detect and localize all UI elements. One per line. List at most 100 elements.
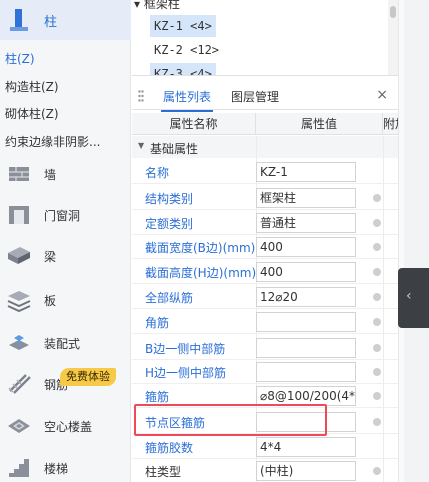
door-window-icon (9, 206, 29, 224)
property-label: 节点区箍筋 (145, 416, 206, 430)
group-label: 基础属性 (150, 142, 199, 156)
property-value-field[interactable]: (中柱) (256, 461, 356, 481)
property-value-field[interactable]: 12⌀20 (256, 287, 356, 307)
column-header-extra: 附加 (383, 113, 398, 135)
property-value-field[interactable] (256, 362, 356, 382)
nav-category-wall[interactable]: 墙 (0, 158, 131, 190)
property-value-field[interactable]: 普通柱 (256, 213, 356, 233)
property-label: 柱类型 (145, 465, 182, 479)
nav-category-label: 空心楼盖 (44, 420, 93, 434)
column-icon (10, 9, 28, 31)
extra-checkbox[interactable] (373, 467, 381, 475)
nav-category-door-window[interactable]: 门窗洞 (0, 199, 131, 231)
extra-checkbox[interactable] (373, 293, 381, 301)
property-value-field[interactable] (256, 338, 356, 358)
rebar-icon (8, 374, 31, 394)
property-value-field[interactable]: 400 (256, 237, 356, 257)
extra-checkbox[interactable] (373, 268, 381, 276)
nav-category-prefab[interactable]: 装配式 (0, 327, 131, 359)
row-divider (132, 258, 398, 259)
nav-category-label: 墙 (44, 168, 57, 182)
extra-checkbox[interactable] (373, 219, 381, 227)
property-row-corner-rebar: 角筋 (132, 310, 398, 334)
nav-category-slab[interactable]: 板 (0, 284, 131, 316)
nav-sub-item-column[interactable]: 柱(Z) (5, 50, 35, 67)
property-row-b-side-rebar: B边一侧中部筋 (132, 336, 398, 360)
nav-category-column[interactable]: 柱 (0, 0, 131, 40)
tree-root-frame-column[interactable]: ▾ 框架柱 (134, 0, 180, 12)
nav-sub-item-masonry-column[interactable]: 砌体柱(Z) (5, 105, 59, 122)
collapse-arrow-icon[interactable]: ▼ (138, 141, 144, 150)
property-label: 全部纵筋 (145, 291, 194, 305)
drag-grip-icon[interactable] (138, 90, 144, 102)
list-item-kz1[interactable]: KZ-1 <4> (150, 15, 216, 37)
nav-sub-item-edge-member[interactable]: 约束边缘非阴影... (5, 133, 100, 150)
property-value-field[interactable]: 400 (256, 262, 356, 282)
row-divider (132, 407, 398, 408)
property-value-field[interactable]: 4*4 (256, 437, 356, 457)
nav-category-label: 板 (44, 294, 57, 308)
wall-icon (9, 167, 29, 181)
nav-category-stairs[interactable]: 楼梯 (0, 452, 131, 482)
row-divider (132, 333, 398, 334)
close-icon[interactable]: × (376, 87, 388, 103)
extra-checkbox[interactable] (373, 368, 381, 376)
property-value-field[interactable] (256, 312, 356, 332)
row-divider (132, 183, 398, 184)
property-label: 定额类别 (145, 217, 194, 231)
list-scrollbar-thumb[interactable] (390, 6, 396, 18)
list-item-kz2[interactable]: KZ-2 <12> (150, 39, 223, 61)
property-grid: 属性名称 属性值 附加 ▼ 基础属性 名称 KZ-1 结构类别 框架柱 定额类别… (132, 113, 398, 482)
property-label: 名称 (145, 166, 170, 180)
nav-category-beam[interactable]: 梁 (0, 240, 131, 272)
collapse-panel-button[interactable]: ‹ (398, 268, 429, 328)
chevron-left-icon: ‹ (406, 288, 412, 304)
property-row-section-width: 截面宽度(B边)(mm) 400 (132, 235, 398, 259)
property-row-h-side-rebar: H边一侧中部筋 (132, 360, 398, 384)
extra-checkbox[interactable] (373, 344, 381, 352)
list-scrollbar[interactable] (388, 0, 398, 75)
property-value-field[interactable]: ⌀8@100/200(4*4 (256, 386, 356, 406)
nav-sub-item-constructional-column[interactable]: 构造柱(Z) (5, 78, 59, 95)
nav-category-label: 装配式 (44, 337, 81, 351)
slab-icon (7, 291, 31, 313)
row-divider (132, 209, 398, 210)
nav-category-hollow-floor[interactable]: 空心楼盖 (0, 410, 131, 442)
property-value-field[interactable]: KZ-1 (256, 162, 356, 182)
component-nav: 柱 柱(Z) 构造柱(Z) 砌体柱(Z) 约束边缘非阴影... 墙 门窗洞 梁 (0, 0, 131, 482)
component-list: ▾ 框架柱 KZ-1 <4> KZ-2 <12> KZ-3 <4> (132, 0, 398, 76)
panel-scrollbar[interactable] (398, 0, 404, 482)
extra-checkbox[interactable] (373, 392, 381, 400)
property-row-name: 名称 KZ-1 (132, 160, 398, 184)
extra-checkbox[interactable] (373, 243, 381, 251)
property-row-stirrup: 箍筋 ⌀8@100/200(4*4 (132, 384, 398, 408)
side-dock: ‹ (398, 0, 429, 482)
list-item-kz3[interactable]: KZ-3 <4> (150, 63, 216, 75)
property-value-field[interactable] (256, 412, 356, 432)
group-basic-properties[interactable]: ▼ 基础属性 (132, 136, 398, 158)
property-row-longitudinal-rebar: 全部纵筋 12⌀20 (132, 285, 398, 309)
property-value-field[interactable]: 框架柱 (256, 188, 356, 208)
nav-category-label: 门窗洞 (44, 209, 81, 223)
extra-checkbox[interactable] (373, 194, 381, 202)
row-divider (132, 433, 398, 434)
nav-category-label: 梁 (44, 250, 57, 264)
property-label: 截面高度(H边)(mm) (145, 266, 257, 280)
nav-category-label: 楼梯 (44, 462, 69, 476)
extra-checkbox[interactable] (373, 318, 381, 326)
free-trial-badge[interactable]: 免费体验 (60, 368, 116, 386)
property-row-structure-type: 结构类别 框架柱 (132, 186, 398, 210)
property-label: 截面宽度(B边)(mm) (145, 241, 256, 255)
property-row-quota-type: 定额类别 普通柱 (132, 211, 398, 235)
tab-layer-management[interactable]: 图层管理 (231, 88, 279, 105)
property-row-section-height: 截面高度(H边)(mm) 400 (132, 260, 398, 284)
extra-checkbox[interactable] (373, 418, 381, 426)
tree-root-label: 框架柱 (143, 0, 180, 11)
tab-property-list[interactable]: 属性列表 (160, 88, 214, 112)
property-label: H边一侧中部筋 (145, 366, 227, 380)
column-header-value: 属性值 (256, 113, 383, 135)
property-row-stirrup-legs: 箍筋胶数 4*4 (132, 435, 398, 459)
hollow-floor-icon (8, 419, 30, 433)
property-label: 箍筋 (145, 390, 170, 404)
beam-icon (8, 247, 30, 264)
